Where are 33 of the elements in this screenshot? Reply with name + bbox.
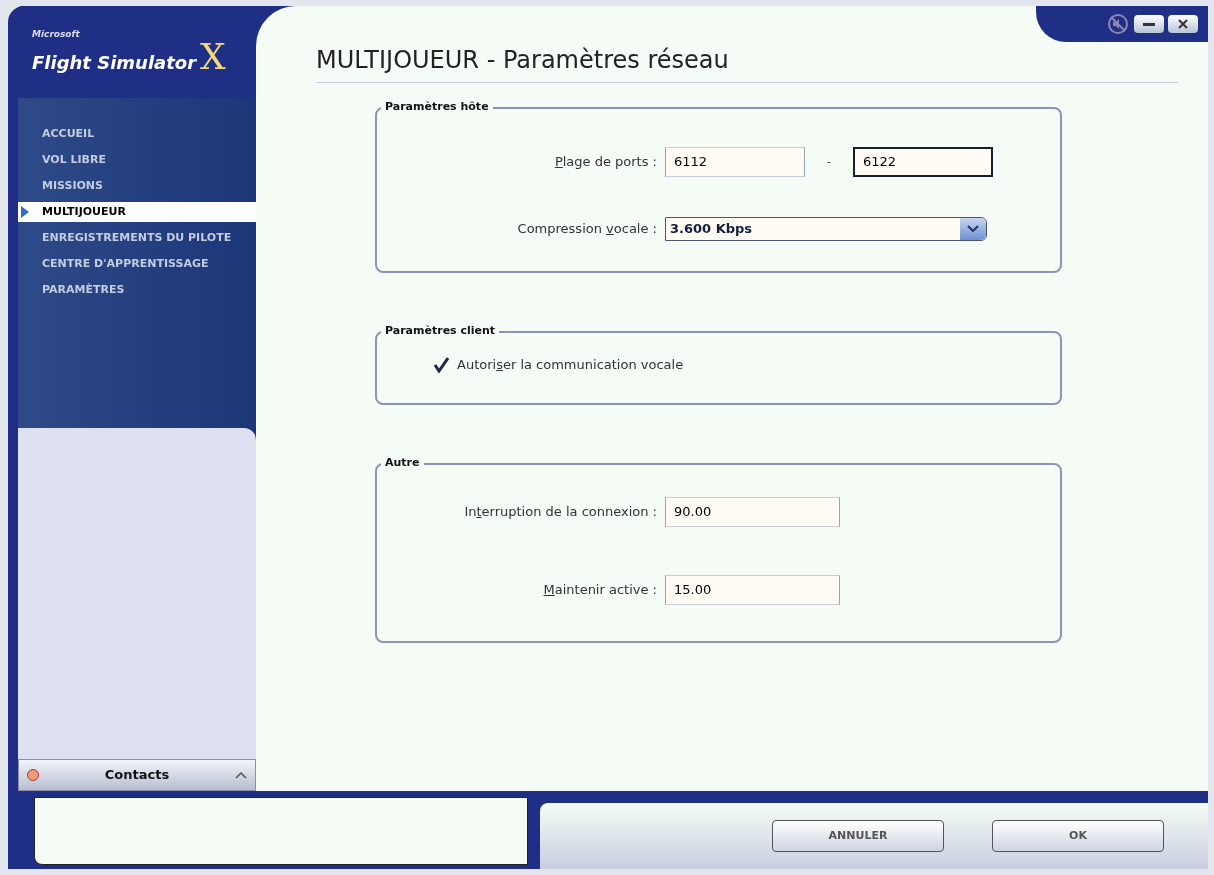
field-label: Maintenir active : xyxy=(543,580,657,599)
dialog-button[interactable]: ANNULER xyxy=(772,820,944,852)
logo-maker: Microsoft xyxy=(32,29,81,39)
chevron-down-icon xyxy=(960,218,986,240)
input-field[interactable]: 6112 xyxy=(665,147,805,177)
contacts-title: Contacts xyxy=(103,766,171,785)
nav-item[interactable]: ACCUEIL xyxy=(18,124,256,144)
logo-mark: X xyxy=(200,38,226,75)
checkbox[interactable] xyxy=(433,356,449,373)
page-title: MULTIJOUEUR - Paramètres réseau xyxy=(316,45,730,76)
dialog-button[interactable]: OK xyxy=(992,820,1164,852)
range-separator: - xyxy=(825,154,833,171)
input-field[interactable]: 15.00 xyxy=(665,574,840,605)
nav-item[interactable]: MISSIONS xyxy=(18,176,256,196)
nav-item[interactable]: MULTIJOUEUR xyxy=(18,202,256,222)
field-label: Autoriser la communication vocale xyxy=(457,356,684,374)
input-field[interactable]: 6122 xyxy=(853,147,993,177)
logo-title: Flight Simulator xyxy=(32,52,197,75)
contacts-bar[interactable]: Contacts xyxy=(18,759,256,791)
minimize-button[interactable] xyxy=(1134,15,1164,33)
input-field[interactable]: 90.00 xyxy=(665,496,840,527)
field-label: Plage de ports : xyxy=(554,153,657,172)
expand-chevron-icon[interactable] xyxy=(235,771,247,779)
nav-item[interactable]: CENTRE D'APPRENTISSAGE xyxy=(18,254,256,274)
nav-item[interactable]: VOL LIBRE xyxy=(18,150,256,170)
field-label: Compression vocale : xyxy=(517,220,657,239)
nav-item[interactable]: ENREGISTREMENTS DU PILOTE xyxy=(18,228,256,248)
nav-item[interactable]: PARAMÈTRES xyxy=(18,280,256,300)
close-icon xyxy=(1178,19,1188,29)
field-label: Interruption de la connexion : xyxy=(464,502,657,521)
close-button[interactable] xyxy=(1168,15,1198,33)
dropdown[interactable]: 3.600 Kbps xyxy=(665,217,987,241)
sound-muted-icon[interactable] xyxy=(1106,12,1130,36)
